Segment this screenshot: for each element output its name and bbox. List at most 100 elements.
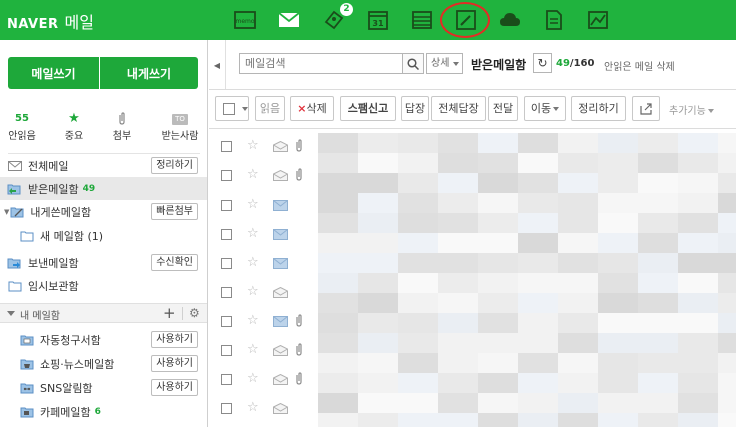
folder-sent-to-self[interactable]: ▼ 내게쓴메일함 빠른첨부 [0,200,207,223]
folder-name: 전체메일 [28,159,69,173]
star-icon[interactable]: ☆ [247,255,259,270]
quick-important[interactable]: ★ 중요 [54,112,94,143]
naver-mail-logo[interactable]: NAVER 메일 [7,9,94,33]
reply-all-button[interactable]: 전체답장 [431,96,486,121]
gear-icon[interactable]: ⚙ [189,306,200,320]
list-app-button[interactable] [409,7,435,33]
star-icon[interactable]: ☆ [247,400,259,415]
star-icon[interactable]: ☆ [247,284,259,299]
collapse-sidebar-button[interactable]: ◀ [209,40,226,90]
blur-tile [358,373,398,393]
folder-inbox[interactable]: 받은메일함 49 [0,177,207,200]
blur-tile [358,353,398,373]
star-icon[interactable]: ☆ [247,371,259,386]
organize-toolbar-button[interactable]: 정리하기 [571,96,626,121]
blur-tile [558,273,598,293]
forward-button[interactable]: 전달 [488,96,518,121]
read-envelope-icon[interactable] [273,403,288,414]
mail-row-checkbox[interactable] [221,200,232,211]
more-features-dropdown[interactable]: 추가기능 [669,102,714,117]
select-all-checkbox[interactable] [223,103,235,115]
mark-read-button[interactable]: 읽음 [255,96,285,121]
star-icon[interactable]: ☆ [247,226,259,241]
share-button[interactable] [632,96,660,121]
quick-unread[interactable]: 55 안읽음 [2,112,42,142]
unread-envelope-icon[interactable] [273,316,288,327]
address-book-app-button[interactable]: 2 [321,3,353,33]
quick-attach-button[interactable]: 빠른첨부 [151,203,198,220]
mail-app-button[interactable] [276,7,302,33]
blur-tile [558,413,598,427]
reply-button[interactable]: 답장 [401,96,429,121]
detail-search-dropdown[interactable]: 상세 [426,53,463,74]
folder-cafe-mail[interactable]: 카페메일함 6 [0,400,207,423]
write-to-self-button[interactable]: 내게쓰기 [100,57,198,89]
read-envelope-icon[interactable] [273,170,288,181]
blur-tile [518,253,558,273]
folder-sns-alerts[interactable]: SNS알림함 사용하기 [0,376,207,399]
search-input[interactable] [240,54,380,73]
read-envelope-icon[interactable] [273,374,288,385]
spam-report-button[interactable]: 스팸신고 [340,96,396,121]
mail-row-checkbox[interactable] [221,258,232,269]
blur-tile [398,233,438,253]
star-icon[interactable]: ☆ [247,342,259,357]
unread-envelope-icon[interactable] [273,229,288,240]
write-mail-button[interactable]: 메일쓰기 [8,57,99,89]
use-button[interactable]: 사용하기 [151,331,198,348]
search-button[interactable] [402,53,424,74]
mail-row-checkbox[interactable] [221,170,232,181]
read-envelope-icon[interactable] [273,141,288,152]
mail-row-checkbox[interactable] [221,403,232,414]
mail-row-checkbox[interactable] [221,345,232,356]
star-icon[interactable]: ☆ [247,197,259,212]
mail-row-checkbox[interactable] [221,316,232,327]
chart-app-button[interactable] [585,7,611,33]
star-icon[interactable]: ☆ [247,167,259,182]
unread-count[interactable]: 49 [556,58,570,69]
select-all-dropdown[interactable] [215,96,249,121]
folder-auto-bills[interactable]: 자동청구서함 사용하기 [0,328,207,351]
mail-row-checkbox[interactable] [221,141,232,152]
star-icon[interactable]: ☆ [247,313,259,328]
refresh-button[interactable]: ↻ [533,53,552,73]
blur-tile [638,193,678,213]
blur-tile [638,353,678,373]
memo-app-button[interactable]: memo [232,7,258,33]
my-mailbox-header[interactable]: 내 메일함 + ⚙ [0,303,207,323]
unread-envelope-icon[interactable] [273,200,288,211]
calendar-app-button[interactable]: 31 [365,7,391,33]
read-receipt-button[interactable]: 수신확인 [151,254,198,271]
folder-sent[interactable]: 보낸메일함 수신확인 [0,251,207,274]
use-button[interactable]: 사용하기 [151,379,198,396]
chevron-down-icon [242,107,248,111]
organize-button[interactable]: 정리하기 [151,157,198,174]
folder-drafts[interactable]: 임시보관함 [0,274,207,297]
folder-all-mail[interactable]: 전체메일 정리하기 [0,154,207,177]
use-button[interactable]: 사용하기 [151,355,198,372]
mail-toolbar: 읽음 ×삭제 스팸신고 답장 전체답장 전달 이동 정리하기 [209,96,736,122]
blur-tile [438,293,478,313]
star-icon[interactable]: ☆ [247,138,259,153]
blur-tile [718,173,736,193]
blur-tile [438,353,478,373]
document-app-button[interactable] [541,7,567,33]
mail-row-checkbox[interactable] [221,229,232,240]
folder-shopping-news[interactable]: 쇼핑·뉴스메일함 사용하기 [0,352,207,375]
read-envelope-icon[interactable] [273,287,288,298]
blur-tile [558,133,598,153]
cloud-app-button[interactable] [497,7,523,33]
delete-button[interactable]: ×삭제 [290,96,334,121]
delete-unread-link[interactable]: 안읽은 메일 삭제 [604,58,675,73]
mail-row-checkbox[interactable] [221,287,232,298]
mail-row-checkbox[interactable] [221,374,232,385]
blur-tile [718,393,736,413]
blur-tile [598,333,638,353]
read-envelope-icon[interactable] [273,345,288,356]
folder-new-mailbox[interactable]: 새 메일함 (1) [0,224,207,247]
quick-recipient[interactable]: TO 받는사람 [160,112,200,142]
quick-attachment[interactable]: 첨부 [102,112,142,142]
unread-envelope-icon[interactable] [273,258,288,269]
add-mailbox-button[interactable]: + [163,304,176,322]
move-dropdown[interactable]: 이동 [524,96,566,121]
